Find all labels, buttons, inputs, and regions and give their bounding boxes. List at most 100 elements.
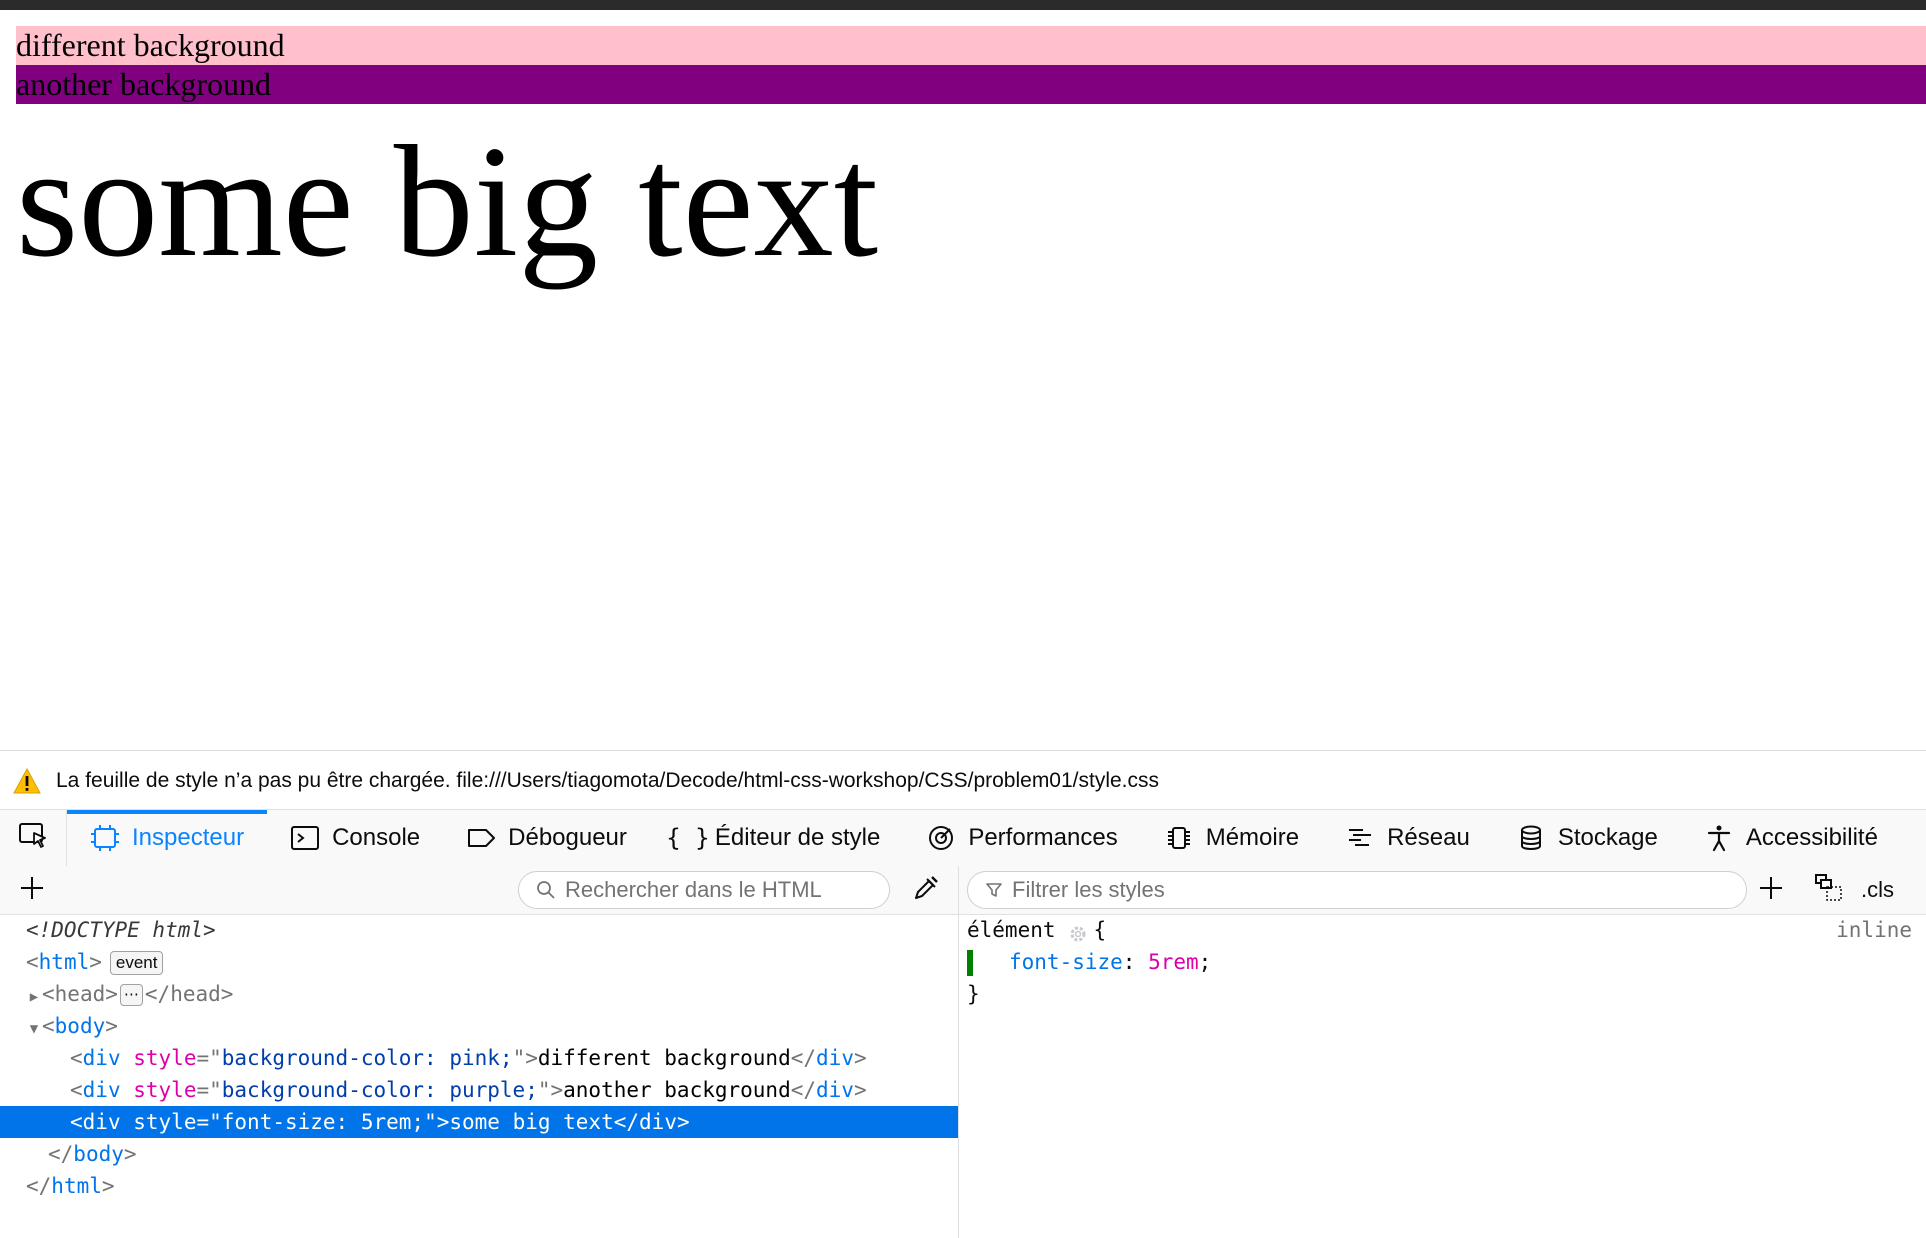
accessibility-icon xyxy=(1704,823,1734,853)
tree-row-body[interactable]: ▼ <body> xyxy=(0,1010,958,1042)
gear-icon[interactable] xyxy=(1068,921,1088,942)
storage-icon xyxy=(1516,823,1546,853)
tree-row-body-close[interactable]: </body> xyxy=(0,1138,958,1170)
network-icon xyxy=(1345,823,1375,853)
div-close-tag: div xyxy=(639,1110,677,1134)
html-tag: html xyxy=(38,950,90,974)
add-node-button[interactable] xyxy=(14,874,50,906)
declaration-line[interactable]: font-size: 5rem; xyxy=(959,946,1926,978)
tab-inspector[interactable]: Inspecteur xyxy=(67,810,268,866)
tab-label: Inspecteur xyxy=(132,824,245,851)
tree-row-html-close[interactable]: </html> xyxy=(0,1170,958,1202)
property-value[interactable]: 5rem xyxy=(1148,950,1199,974)
node-text: another background xyxy=(563,1078,791,1102)
attr-value: font-size: 5rem; xyxy=(221,1110,425,1134)
div-tag: div xyxy=(82,1110,121,1134)
markup-tree: <!DOCTYPE html> <html> event ▶ <head> ⋯ </he… xyxy=(0,914,958,1202)
tab-label: Éditeur de style xyxy=(714,824,881,851)
picker-icon xyxy=(18,821,48,856)
element-picker-button[interactable] xyxy=(0,810,67,866)
rule-selector-line: élément { inline xyxy=(959,914,1926,946)
add-rule-button[interactable] xyxy=(1753,874,1789,906)
tab-memory[interactable]: Mémoire xyxy=(1141,810,1322,866)
page-viewport: different background another background … xyxy=(0,10,1926,750)
tab-label: Console xyxy=(332,824,421,851)
style-editor-icon: { } xyxy=(666,824,710,852)
tab-storage[interactable]: Stockage xyxy=(1493,810,1681,866)
open-brace: { xyxy=(1093,918,1107,942)
tab-accessibility[interactable]: Accessibilité xyxy=(1681,810,1901,866)
tab-label: Réseau xyxy=(1387,824,1470,851)
devtools-tabbar: Inspecteur Console Débogueur { } Éditeur… xyxy=(0,809,1926,867)
head-tag: head xyxy=(54,982,106,1006)
search-icon xyxy=(535,879,557,901)
rules-toolbar: .cls xyxy=(959,866,1926,915)
plus-icon xyxy=(1758,875,1784,906)
head-close-tag: head xyxy=(170,982,221,1006)
element-rule: élément { inline font-size: 5rem; } xyxy=(959,914,1926,1010)
warning-message: La feuille de style n’a pas pu être char… xyxy=(56,768,1160,792)
markup-toolbar xyxy=(0,866,958,915)
rules-pane: .cls élément { inline font-size: 5rem; } xyxy=(959,866,1926,1238)
tab-debugger[interactable]: Débogueur xyxy=(443,810,650,866)
expand-arrow-icon[interactable]: ▶ xyxy=(26,981,42,1013)
tree-row-doctype[interactable]: <!DOCTYPE html> xyxy=(0,914,958,946)
markup-pane: <!DOCTYPE html> <html>event ▶<head>⋯</he… xyxy=(0,866,959,1238)
tree-row-head[interactable]: ▶ <head> ⋯ </head> xyxy=(0,978,958,1010)
div-close-tag: div xyxy=(816,1078,854,1102)
tab-performance[interactable]: Performances xyxy=(903,810,1140,866)
body-close-tag: body xyxy=(73,1142,124,1166)
print-simulation-icon xyxy=(1814,873,1844,908)
property-name[interactable]: font-size xyxy=(1009,950,1123,974)
pink-background-div: different background xyxy=(16,26,1926,65)
event-badge[interactable]: event xyxy=(109,951,164,975)
tree-row-div-big-selected[interactable]: <div style="font-size: 5rem;">some big t… xyxy=(0,1106,958,1138)
tab-console[interactable]: Console xyxy=(267,810,443,866)
div-tag: div xyxy=(82,1046,121,1070)
big-text-div: some big text xyxy=(16,112,879,290)
html-search-input[interactable] xyxy=(563,876,877,904)
tree-row-div-purple[interactable]: <div style="background-color: purple;">a… xyxy=(0,1074,958,1106)
rule-source[interactable]: inline xyxy=(1836,914,1912,946)
eyedropper-icon xyxy=(912,874,940,907)
attr-name: style xyxy=(133,1078,197,1102)
performance-icon xyxy=(926,823,956,853)
node-text: some big text xyxy=(449,1110,614,1134)
stylesheet-warning-bar: La feuille de style n’a pas pu être char… xyxy=(0,750,1926,810)
tab-style-editor[interactable]: { } Éditeur de style xyxy=(650,810,903,866)
tab-label: Débogueur xyxy=(508,824,627,851)
html-search-box[interactable] xyxy=(518,871,890,909)
tab-network[interactable]: Réseau xyxy=(1322,810,1493,866)
rule-selector: élément xyxy=(967,918,1056,942)
doctype-text: <!DOCTYPE html> xyxy=(26,918,216,942)
collapsed-dots-badge[interactable]: ⋯ xyxy=(119,984,143,1006)
debugger-icon xyxy=(466,823,496,853)
close-brace: } xyxy=(967,982,980,1006)
tree-row-div-pink[interactable]: <div style="background-color: pink;">dif… xyxy=(0,1042,958,1074)
tab-label: Performances xyxy=(968,824,1118,851)
tree-row-html[interactable]: <html> event xyxy=(0,946,958,978)
div-close-tag: div xyxy=(816,1046,854,1070)
filter-styles-box[interactable] xyxy=(967,871,1747,909)
tab-label: Stockage xyxy=(1557,824,1658,851)
div-tag: div xyxy=(82,1078,121,1102)
cls-toggle-button[interactable]: .cls xyxy=(1861,874,1894,906)
attr-name: style xyxy=(133,1110,197,1134)
warning-icon xyxy=(12,766,42,796)
inspector-icon xyxy=(90,823,120,853)
tab-label: Accessibilité xyxy=(1745,824,1878,851)
filter-styles-input[interactable] xyxy=(1010,876,1734,904)
body-tag: body xyxy=(54,1014,106,1038)
collapse-arrow-icon[interactable]: ▼ xyxy=(26,1013,42,1045)
html-close-tag: html xyxy=(51,1174,102,1198)
attr-value: background-color: pink; xyxy=(221,1046,513,1070)
print-simulation-button[interactable] xyxy=(1811,873,1847,908)
tab-label: Mémoire xyxy=(1205,824,1300,851)
changed-indicator-bar xyxy=(967,950,973,976)
eyedropper-button[interactable] xyxy=(908,874,944,906)
browser-top-edge xyxy=(0,0,1926,10)
attr-name: style xyxy=(133,1046,197,1070)
node-text: different background xyxy=(537,1046,791,1070)
attr-value: background-color: purple; xyxy=(221,1078,538,1102)
plus-icon xyxy=(19,875,45,906)
